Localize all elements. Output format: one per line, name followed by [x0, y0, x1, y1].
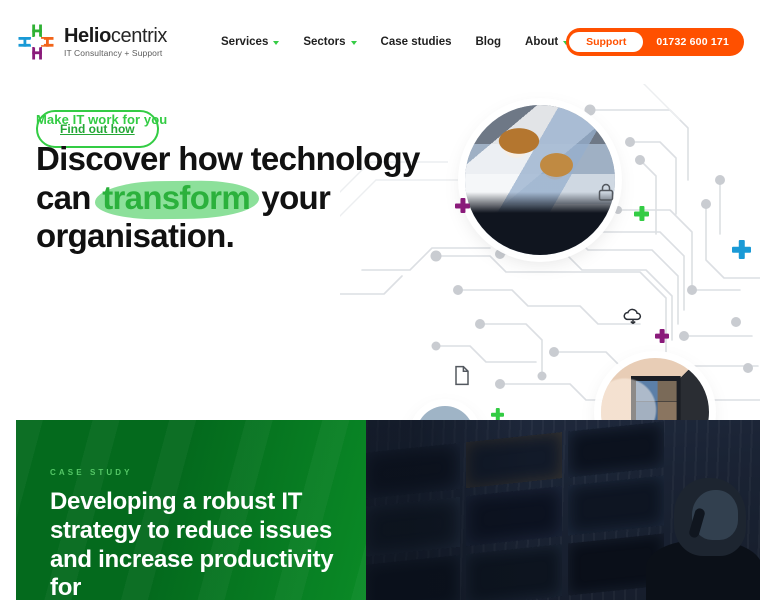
case-study-label: CASE STUDY	[50, 468, 133, 477]
lock-icon	[597, 182, 615, 207]
photo-two-colleagues-at-desk	[465, 105, 615, 255]
nav-item-services[interactable]: Services	[209, 30, 291, 54]
nav-label: Services	[221, 36, 269, 48]
photo-video-call-on-tablet	[601, 358, 709, 420]
hero-copy: Make IT work for you Discover how techno…	[36, 112, 466, 256]
support-button[interactable]: Support	[569, 31, 644, 53]
brand-tagline: IT Consultancy + Support	[64, 48, 163, 59]
site-header: Heliocentrix IT Consultancy + Support Se…	[0, 0, 760, 84]
hero-headline: Discover how technology can transform yo…	[36, 140, 466, 256]
case-study-title: Developing a robust IT strategy to reduc…	[50, 488, 334, 600]
brand-name-light: centrix	[110, 25, 168, 48]
page-root: Heliocentrix IT Consultancy + Support Se…	[0, 0, 760, 600]
photo-security-operations-centre	[366, 420, 760, 600]
support-contact-bar[interactable]: Support 01732 600 171	[566, 28, 744, 56]
brand-name-bold: Helio	[64, 25, 111, 48]
chevron-down-icon	[350, 41, 357, 45]
plus-mark-green	[634, 206, 649, 221]
hero-headline-highlight: transform	[99, 179, 253, 218]
support-phone-number[interactable]: 01732 600 171	[643, 36, 744, 48]
nav-item-blog[interactable]: Blog	[463, 30, 513, 54]
nav-label: Blog	[475, 36, 502, 48]
cloud-icon	[622, 306, 644, 331]
plus-mark-green-2	[491, 408, 504, 420]
case-study-banner[interactable]: CASE STUDY Developing a robust IT strate…	[16, 420, 760, 600]
nav-label: Sectors	[303, 36, 346, 48]
brand-logo-link[interactable]: Heliocentrix IT Consultancy + Support	[16, 22, 167, 62]
plus-mark-purple-2	[655, 329, 669, 343]
brand-text: Heliocentrix IT Consultancy + Support	[64, 26, 167, 58]
nav-item-sectors[interactable]: Sectors	[291, 30, 368, 54]
heliocentrix-cross-logo-icon	[16, 22, 56, 62]
document-icon	[453, 365, 471, 391]
photo-person-at-laptop	[416, 406, 474, 420]
nav-label: Case studies	[380, 36, 452, 48]
nav-label: About	[525, 36, 559, 48]
case-study-copy: CASE STUDY Developing a robust IT strate…	[50, 468, 350, 600]
nav-item-case-studies[interactable]: Case studies	[369, 30, 464, 54]
plus-mark-blue	[732, 240, 751, 259]
hero-eyebrow: Make IT work for you	[36, 112, 168, 127]
chevron-down-icon	[273, 41, 280, 45]
brand-name: Heliocentrix	[64, 26, 167, 46]
hero-section: Make IT work for you Discover how techno…	[0, 84, 760, 420]
